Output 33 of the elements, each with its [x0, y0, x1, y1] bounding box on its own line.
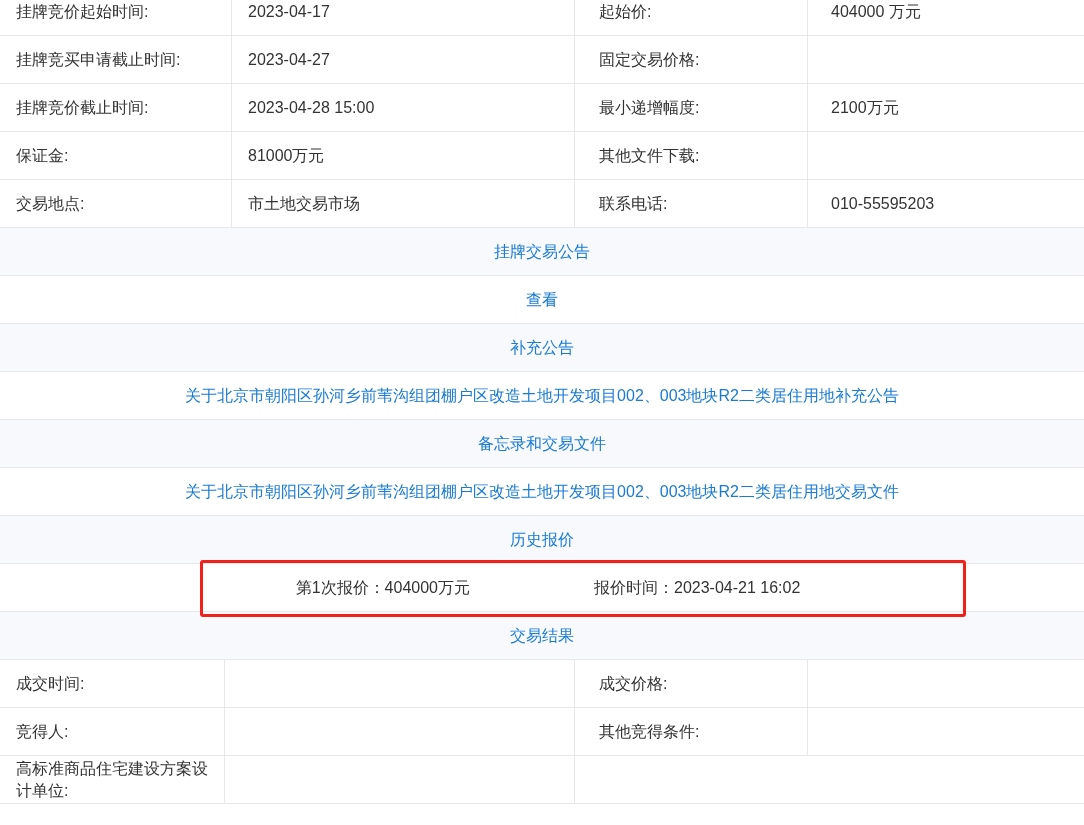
section-heading: 挂牌交易公告: [494, 241, 590, 262]
bid-time: 报价时间：2023-04-21 16:02: [594, 577, 801, 598]
field-label: 成交价格:: [599, 673, 668, 694]
field-label: 保证金:: [16, 145, 69, 166]
document-link[interactable]: 关于北京市朝阳区孙河乡前苇沟组团棚户区改造土地开发项目002、003地块R2二类居住用地补充公告: [185, 383, 899, 408]
field-label: 成交时间:: [16, 673, 85, 694]
field-label: 固定交易价格:: [599, 49, 700, 70]
field-value: 2023-04-28 15:00: [248, 97, 375, 118]
field-value: 市土地交易市场: [248, 193, 360, 214]
field-value: 2023-04-17: [248, 1, 330, 22]
section-heading: 备忘录和交易文件: [478, 433, 606, 454]
bid-amount: 第1次报价：404000万元: [295, 577, 470, 598]
field-label: 起始价:: [599, 1, 652, 22]
document-link[interactable]: 关于北京市朝阳区孙河乡前苇沟组团棚户区改造土地开发项目002、003地块R2二类居住用地交易文件: [185, 479, 899, 504]
field-label: 竞得人:: [16, 721, 69, 742]
field-value: 010-55595203: [831, 193, 935, 214]
field-value: 2023-04-27: [248, 49, 330, 70]
field-value: 404000 万元: [831, 1, 921, 22]
section-heading: 历史报价: [510, 529, 574, 550]
field-label: 挂牌竞买申请截止时间:: [16, 49, 181, 70]
field-label: 最小递增幅度:: [599, 97, 700, 118]
field-label: 其他文件下载:: [599, 145, 700, 166]
field-label: 挂牌竞价起始时间:: [16, 1, 149, 22]
field-value: 81000万元: [248, 145, 325, 166]
field-label: 挂牌竞价截止时间:: [16, 97, 149, 118]
field-label: 交易地点:: [16, 193, 85, 214]
section-heading: 补充公告: [510, 337, 574, 358]
field-label: 其他竞得条件:: [599, 721, 700, 742]
section-heading: 交易结果: [510, 625, 574, 646]
field-value: 2100万元: [831, 97, 899, 118]
field-label: 高标准商品住宅建设方案设计单位:: [16, 758, 209, 801]
document-link[interactable]: 查看: [526, 287, 558, 312]
field-label: 联系电话:: [599, 193, 668, 214]
